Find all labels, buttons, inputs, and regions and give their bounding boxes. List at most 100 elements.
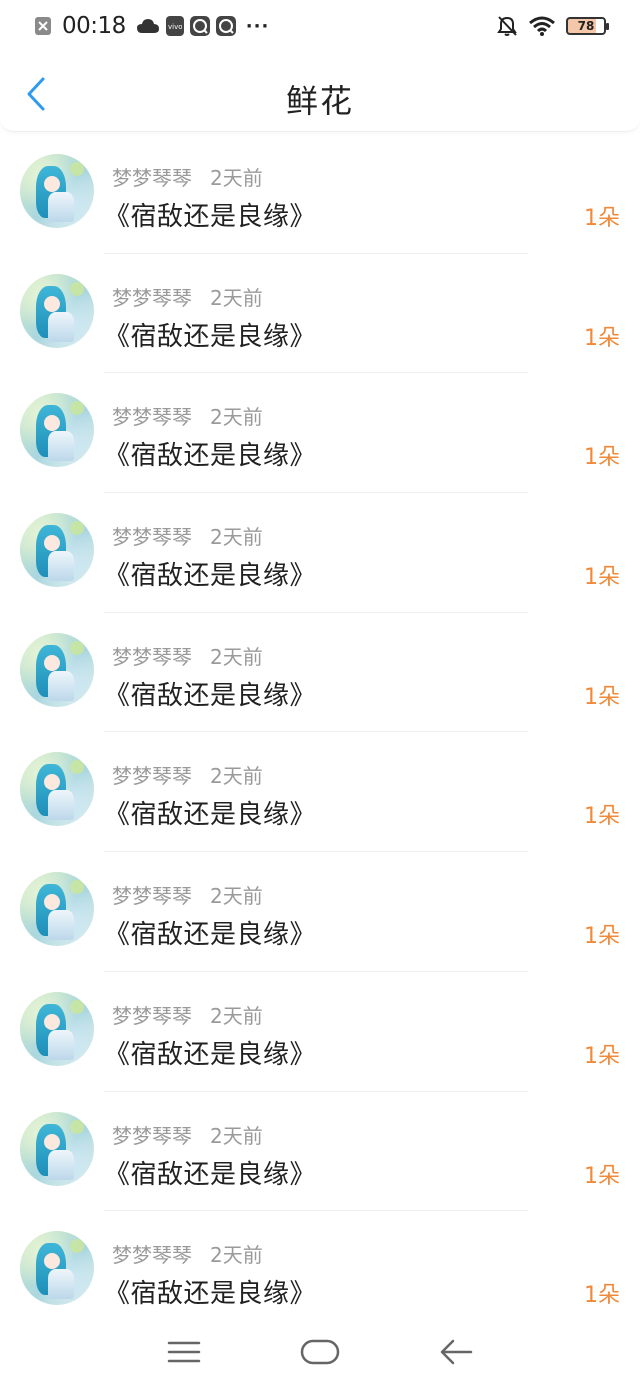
item-time: 2天前 [210, 644, 263, 669]
list-item[interactable]: 梦梦琴琴 2天前 《宿敌还是良缘》 1朵 [0, 1092, 640, 1212]
avatar-face [44, 176, 60, 192]
avatar-leaf [70, 880, 84, 895]
avatar-leaf [70, 162, 84, 176]
avatar-dress [48, 1029, 74, 1060]
flower-amount: 1朵 [584, 1163, 620, 1189]
battery-icon: 78 [566, 17, 609, 35]
avatar-dress [48, 1269, 74, 1300]
vivo-icon: vivo [165, 16, 184, 36]
avatar[interactable] [20, 154, 94, 228]
item-time: 2天前 [210, 1003, 263, 1028]
avatar-leaf [70, 281, 84, 296]
avatar[interactable] [20, 1231, 94, 1306]
book-title[interactable]: 《宿敌还是良缘》 [104, 794, 316, 831]
book-title[interactable]: 《宿敌还是良缘》 [104, 1154, 316, 1191]
list-item[interactable]: 梦梦琴琴 2天前 《宿敌还是良缘》 1朵 [0, 732, 640, 853]
avatar-face [44, 1133, 60, 1150]
list-item[interactable]: 梦梦琴琴 2天前 《宿敌还是良缘》 1朵 [0, 1211, 640, 1331]
avatar-leaf [70, 999, 84, 1014]
flower-amount: 1朵 [584, 445, 620, 471]
flower-amount: 1朵 [584, 804, 620, 830]
avatar[interactable] [20, 1111, 94, 1186]
back-arrow-icon [440, 1339, 473, 1365]
list-item[interactable]: 梦梦琴琴 2天前 《宿敌还是良缘》 1朵 [0, 493, 640, 613]
list-item[interactable]: 梦梦琴琴 2天前 《宿敌还是良缘》 1朵 [0, 254, 640, 374]
flower-amount: 1朵 [584, 206, 620, 231]
item-time: 2天前 [210, 285, 263, 310]
avatar-leaf [70, 521, 84, 536]
menu-button[interactable] [154, 1327, 214, 1377]
user-name: 梦梦琴琴 [112, 884, 192, 909]
avatar-leaf [70, 1119, 84, 1134]
avatar[interactable] [20, 513, 94, 588]
flower-amount: 1朵 [584, 1283, 620, 1309]
user-name: 梦梦琴琴 [112, 525, 192, 550]
book-title[interactable]: 《宿敌还是良缘》 [104, 1273, 316, 1310]
close-box-icon [34, 16, 52, 36]
item-meta: 梦梦琴琴 2天前 [112, 641, 263, 670]
user-name: 梦梦琴琴 [112, 1123, 192, 1148]
du-icon [215, 16, 236, 36]
book-title[interactable]: 《宿敌还是良缘》 [104, 1034, 316, 1071]
du-icon [189, 16, 210, 36]
book-title[interactable]: 《宿敌还是良缘》 [104, 914, 316, 951]
avatar-leaf [70, 760, 84, 775]
list-item[interactable]: 梦梦琴琴 2天前 《宿敌还是良缘》 1朵 [0, 613, 640, 733]
avatar-face [44, 295, 60, 312]
avatar[interactable] [20, 393, 94, 468]
avatar-dress [48, 670, 74, 701]
bottom-nav [0, 1317, 640, 1387]
page-title: 鲜花 [285, 82, 354, 120]
item-meta: 梦梦琴琴 2天前 [112, 760, 263, 789]
back-nav-button[interactable] [426, 1327, 486, 1377]
list-item[interactable]: 梦梦琴琴 2天前 《宿敌还是良缘》 1朵 [0, 134, 640, 254]
book-title[interactable]: 《宿敌还是良缘》 [104, 316, 316, 353]
avatar-dress [48, 910, 74, 941]
book-title[interactable]: 《宿敌还是良缘》 [104, 555, 316, 592]
list-item[interactable]: 梦梦琴琴 2天前 《宿敌还是良缘》 1朵 [0, 852, 640, 972]
item-meta: 梦梦琴琴 2天前 [112, 1120, 263, 1149]
flower-amount: 1朵 [584, 924, 620, 950]
avatar[interactable] [20, 632, 94, 707]
avatar[interactable] [20, 872, 94, 947]
status-time: 00:18 [62, 13, 126, 39]
mute-bell-icon [496, 15, 518, 37]
item-time: 2天前 [210, 166, 263, 190]
item-meta: 梦梦琴琴 2天前 [112, 162, 263, 191]
home-button[interactable] [290, 1327, 350, 1377]
flower-amount: 1朵 [584, 1043, 620, 1069]
flower-list: 梦梦琴琴 2天前 《宿敌还是良缘》 1朵 梦梦琴琴 2天前 《宿敌还是良缘》 1… [0, 134, 640, 1331]
avatar-dress [48, 790, 74, 821]
book-title[interactable]: 《宿敌还是良缘》 [104, 435, 316, 472]
battery-level: 78 [577, 19, 595, 33]
avatar-face [44, 654, 60, 671]
avatar-dress [48, 192, 74, 222]
nav-bar: 鲜花 [0, 52, 640, 132]
cloud-icon [136, 17, 160, 35]
user-name: 梦梦琴琴 [112, 764, 192, 789]
user-name: 梦梦琴琴 [112, 166, 192, 190]
item-meta: 梦梦琴琴 2天前 [112, 880, 263, 909]
user-name: 梦梦琴琴 [112, 405, 192, 430]
list-item[interactable]: 梦梦琴琴 2天前 《宿敌还是良缘》 1朵 [0, 972, 640, 1092]
item-meta: 梦梦琴琴 2天前 [112, 521, 263, 550]
item-time: 2天前 [210, 884, 263, 909]
avatar[interactable] [20, 752, 94, 827]
wifi-icon [528, 15, 556, 37]
home-icon [300, 1339, 340, 1365]
user-name: 梦梦琴琴 [112, 285, 192, 310]
avatar[interactable] [20, 991, 94, 1066]
status-right: 78 [496, 15, 609, 37]
item-meta: 梦梦琴琴 2天前 [112, 282, 263, 311]
avatar-dress [48, 431, 74, 462]
book-title[interactable]: 《宿敌还是良缘》 [104, 196, 316, 233]
item-time: 2天前 [210, 764, 263, 789]
book-title[interactable]: 《宿敌还是良缘》 [104, 675, 316, 712]
avatar[interactable] [20, 273, 94, 348]
item-meta: 梦梦琴琴 2天前 [112, 1239, 263, 1268]
avatar-face [44, 1013, 60, 1030]
menu-icon [167, 1341, 201, 1363]
avatar-dress [48, 551, 74, 582]
list-item[interactable]: 梦梦琴琴 2天前 《宿敌还是良缘》 1朵 [0, 373, 640, 494]
avatar-leaf [70, 401, 84, 416]
